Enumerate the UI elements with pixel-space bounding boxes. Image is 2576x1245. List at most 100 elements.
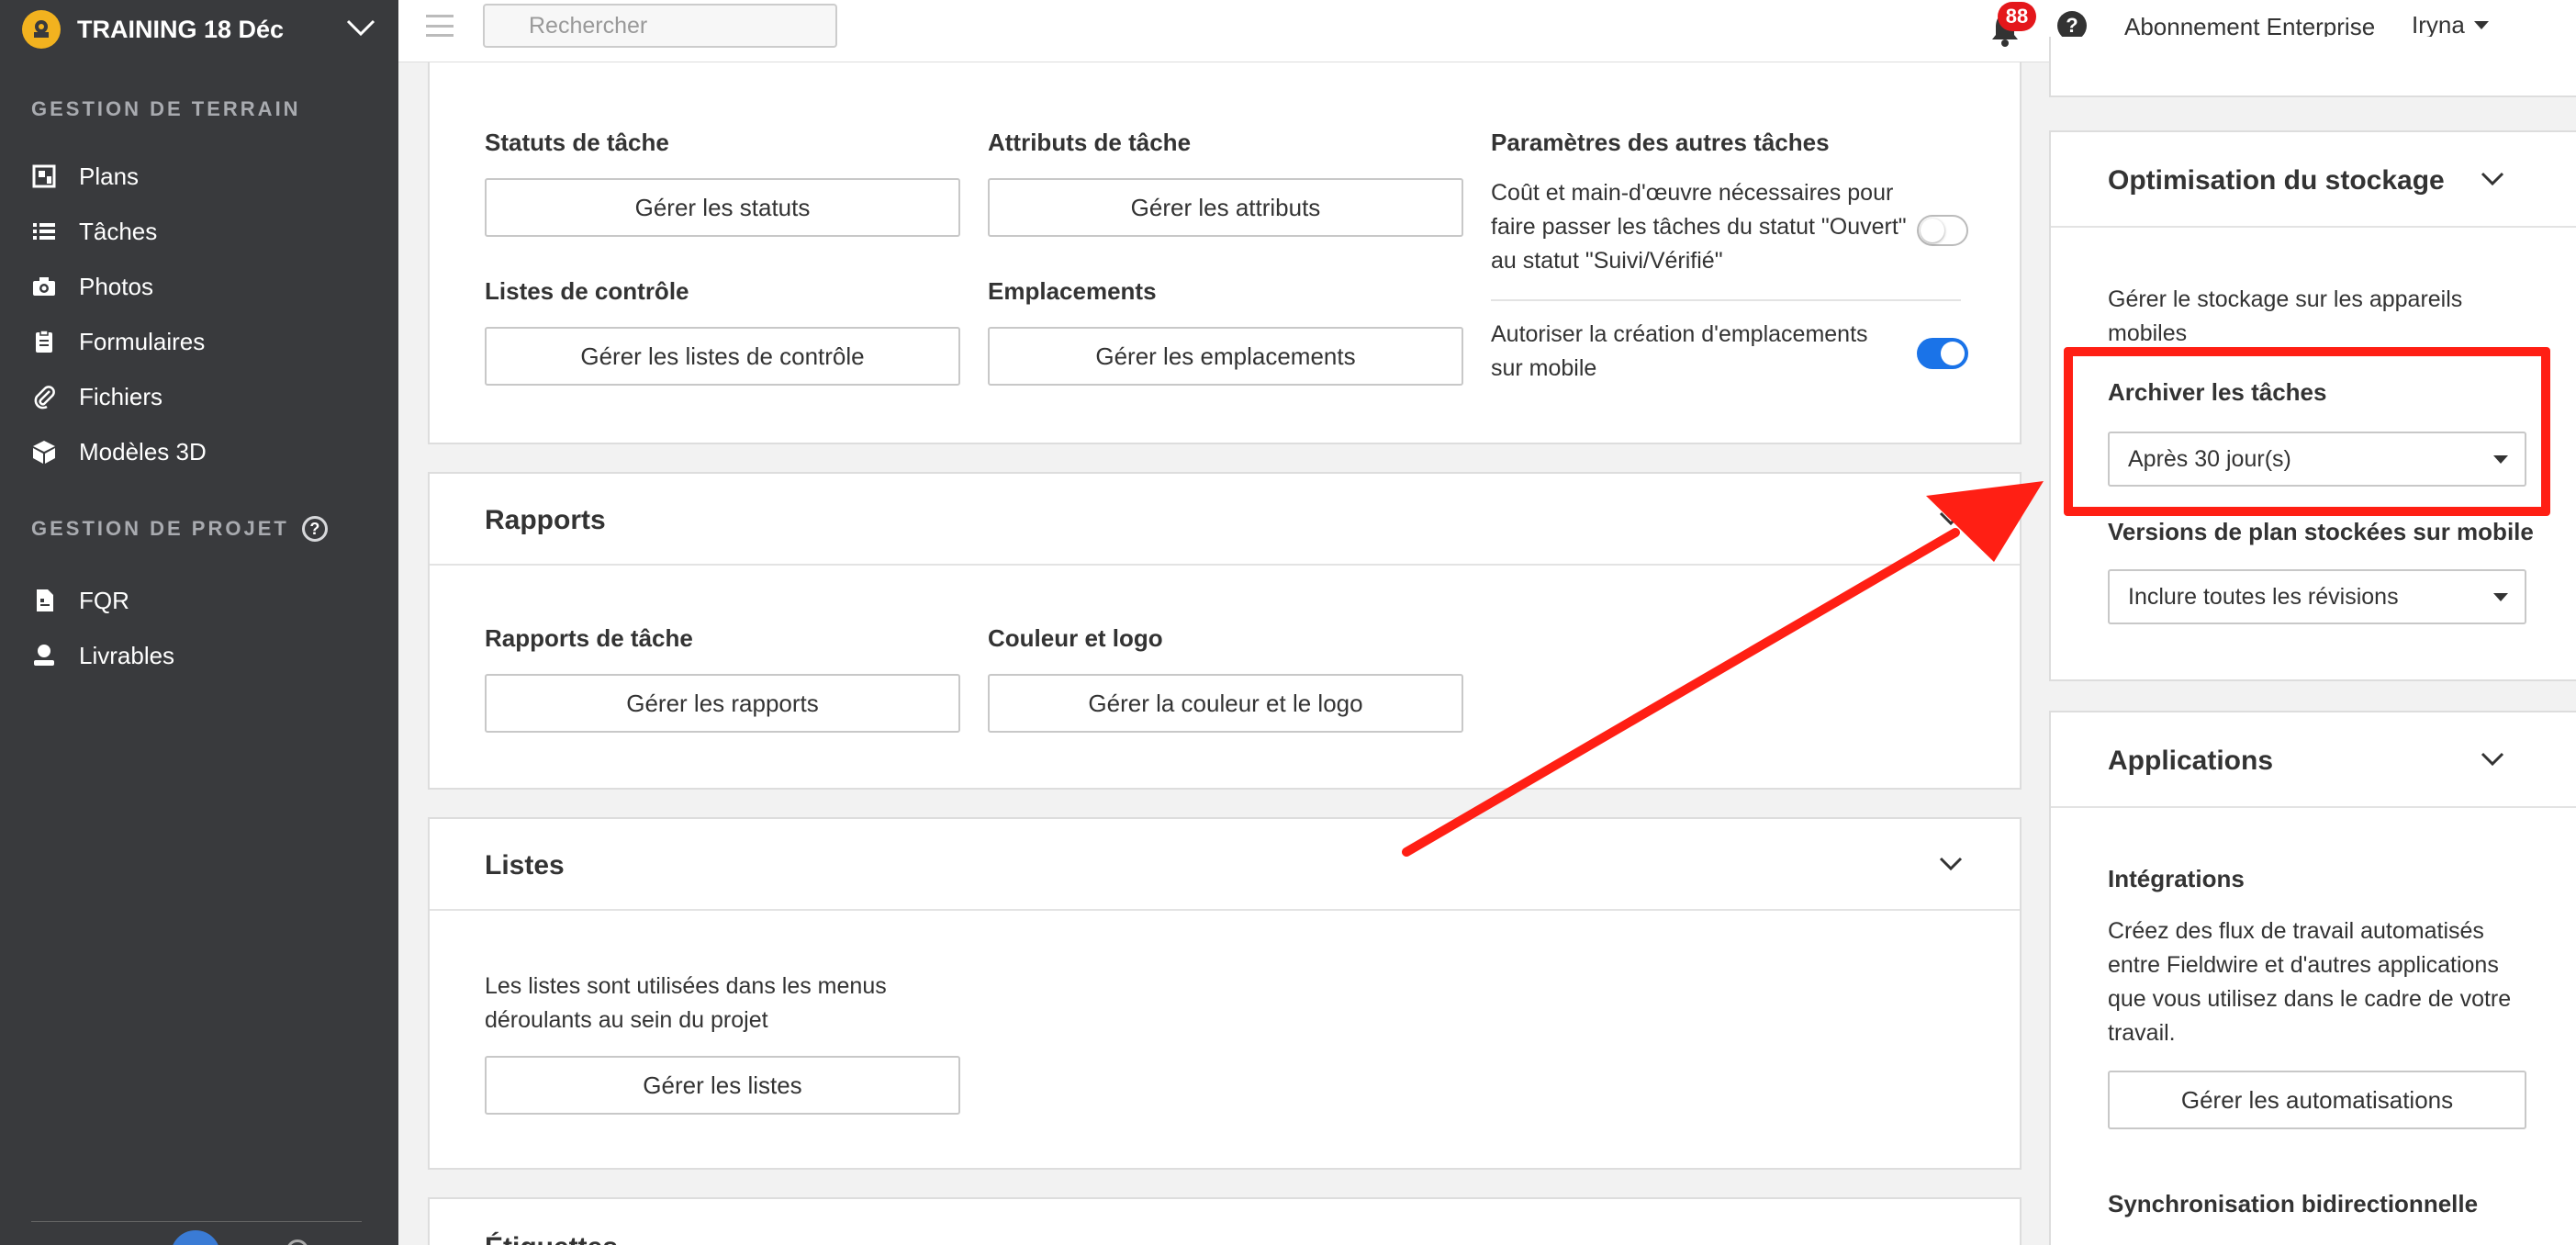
other-task-params-label: Paramètres des autres tâches	[1491, 129, 1830, 156]
reports-card: Rapports Rapports de tâche Gérer les rap…	[428, 472, 2022, 790]
mobile-locations-line: sur mobile	[1491, 355, 1597, 381]
storage-title: Optimisation du stockage	[2108, 165, 2445, 196]
sidebar-item-files[interactable]: Fichiers	[31, 378, 162, 415]
user-icon	[31, 643, 57, 668]
sidebar-item-label: FQR	[79, 586, 129, 614]
applications-card: Applications Intégrations Créez des flux…	[2049, 711, 2576, 1245]
cost-labor-toggle[interactable]	[1917, 215, 1968, 246]
section-field-label: GESTION DE TERRAIN	[31, 97, 301, 120]
list-icon	[31, 219, 57, 244]
chevron-down-icon[interactable]	[2481, 171, 2504, 187]
mobile-locations-toggle[interactable]	[1917, 338, 1968, 369]
integrations-label: Intégrations	[2108, 865, 2245, 892]
storage-description: Gérer le stockage sur les appareils mobi…	[2108, 283, 2462, 351]
plan-versions-value: Inclure toutes les révisions	[2128, 583, 2399, 610]
caret-down-icon	[2473, 21, 2489, 29]
lists-description: Les listes sont utilisées dans les menus…	[485, 970, 887, 1038]
sidebar-item-label: Fichiers	[79, 382, 163, 410]
sidebar-item-label: Plans	[79, 162, 140, 190]
sidebar-item-tasks[interactable]: Tâches	[31, 213, 157, 250]
camera-icon	[31, 274, 57, 299]
cube-icon	[31, 439, 57, 465]
storage-description-line: Gérer le stockage sur les appareils	[2108, 286, 2463, 312]
chevron-down-icon[interactable]	[1939, 510, 1963, 527]
caret-down-icon	[2493, 593, 2508, 601]
tags-card: Étiquettes	[428, 1197, 2022, 1245]
cost-labor-text: Coût et main-d'œuvre nécessaires pour fa…	[1491, 176, 1907, 278]
search-bar	[483, 4, 837, 48]
storage-description-line: mobiles	[2108, 320, 2188, 346]
chevron-down-icon[interactable]	[345, 17, 376, 42]
mobile-locations-text: Autoriser la création d'emplacements sur…	[1491, 318, 1868, 386]
sidebar-item-label: Tâches	[79, 217, 158, 245]
manage-locations-button[interactable]: Gérer les emplacements	[988, 327, 1463, 386]
lists-card-header[interactable]: Listes	[430, 819, 2020, 911]
task-reports-label: Rapports de tâche	[485, 624, 693, 652]
checklists-label: Listes de contrôle	[485, 277, 689, 305]
manage-lists-button[interactable]: Gérer les listes	[485, 1056, 960, 1115]
sidebar-item-label: Modèles 3D	[79, 437, 207, 465]
user-menu[interactable]: Iryna	[2412, 11, 2489, 39]
section-project-management: GESTION DE PROJET ?	[31, 516, 328, 542]
bidirectional-sync-label: Synchronisation bidirectionnelle	[2108, 1190, 2479, 1217]
manage-statuses-button[interactable]: Gérer les statuts	[485, 178, 960, 237]
color-logo-label: Couleur et logo	[988, 624, 1163, 652]
search-input[interactable]	[485, 12, 824, 39]
annotation-highlight-box	[2064, 347, 2550, 516]
locations-label: Emplacements	[988, 277, 1157, 305]
chevron-down-icon[interactable]	[2481, 751, 2504, 768]
hamburger-menu-icon[interactable]	[426, 15, 454, 37]
sidebar-item-3d-models[interactable]: Modèles 3D	[31, 433, 207, 470]
applications-card-header[interactable]: Applications	[2051, 712, 2576, 808]
divider	[1491, 299, 1961, 301]
applications-title: Applications	[2108, 746, 2274, 776]
fieldwire-logo-icon	[22, 10, 61, 49]
manage-attributes-button[interactable]: Gérer les attributs	[988, 178, 1463, 237]
lists-description-line: déroulants au sein du projet	[485, 1007, 768, 1033]
section-project-label: GESTION DE PROJET	[31, 517, 289, 540]
cost-labor-line: faire passer les tâches du statut "Ouver…	[1491, 214, 1907, 240]
lists-card: Listes Les listes sont utilisées dans le…	[428, 817, 2022, 1170]
project-switcher[interactable]: TRAINING 18 Déc	[22, 7, 376, 51]
sidebar-divider	[31, 1221, 362, 1222]
sidebar-footer-icon[interactable]	[286, 1239, 308, 1245]
integrations-description-line: travail.	[2108, 1020, 2176, 1046]
sidebar-item-fqr[interactable]: FQR	[31, 582, 129, 619]
cost-labor-line: Coût et main-d'œuvre nécessaires pour	[1491, 180, 1894, 206]
task-attributes-label: Attributs de tâche	[988, 129, 1192, 156]
plans-icon	[31, 163, 57, 189]
document-icon	[31, 588, 57, 613]
integrations-description-line: que vous utilisez dans le cadre de votre	[2108, 986, 2512, 1012]
integrations-description-line: entre Fieldwire et d'autres applications	[2108, 952, 2499, 978]
reports-card-header[interactable]: Rapports	[430, 474, 2020, 566]
plan-versions-label: Versions de plan stockées sur mobile	[2108, 518, 2534, 545]
sidebar-item-deliverables[interactable]: Livrables	[31, 637, 174, 674]
chevron-down-icon[interactable]	[1939, 856, 1963, 872]
manage-checklists-button[interactable]: Gérer les listes de contrôle	[485, 327, 960, 386]
right-top-card	[2049, 37, 2576, 97]
sidebar: TRAINING 18 Déc GESTION DE TERRAIN Plans…	[0, 0, 398, 1245]
cost-labor-line: au statut "Suivi/Vérifié"	[1491, 248, 1723, 274]
notification-badge: 88	[1998, 2, 2036, 31]
manage-color-logo-button[interactable]: Gérer la couleur et le logo	[988, 674, 1463, 733]
storage-card-header[interactable]: Optimisation du stockage	[2051, 132, 2576, 228]
sidebar-item-label: Photos	[79, 272, 153, 300]
task-settings-card: Statuts de tâche Gérer les statuts Attri…	[428, 62, 2022, 444]
help-circle-icon[interactable]: ?	[301, 516, 328, 542]
project-name: TRAINING 18 Déc	[77, 15, 285, 43]
integrations-description-line: Créez des flux de travail automatisés	[2108, 918, 2484, 944]
task-statuses-label: Statuts de tâche	[485, 129, 669, 156]
sidebar-item-forms[interactable]: Formulaires	[31, 323, 205, 360]
tags-title[interactable]: Étiquettes	[485, 1232, 618, 1245]
sidebar-item-label: Livrables	[79, 641, 175, 669]
sidebar-item-plans[interactable]: Plans	[31, 158, 139, 195]
plan-versions-select[interactable]: Inclure toutes les révisions	[2108, 569, 2526, 624]
manage-automations-button[interactable]: Gérer les automatisations	[2108, 1071, 2526, 1129]
manage-reports-button[interactable]: Gérer les rapports	[485, 674, 960, 733]
sidebar-item-photos[interactable]: Photos	[31, 268, 153, 305]
user-name: Iryna	[2412, 11, 2465, 39]
mobile-locations-line: Autoriser la création d'emplacements	[1491, 321, 1868, 347]
lists-description-line: Les listes sont utilisées dans les menus	[485, 973, 887, 999]
section-field-management: GESTION DE TERRAIN	[31, 97, 301, 121]
avatar[interactable]	[171, 1230, 220, 1245]
